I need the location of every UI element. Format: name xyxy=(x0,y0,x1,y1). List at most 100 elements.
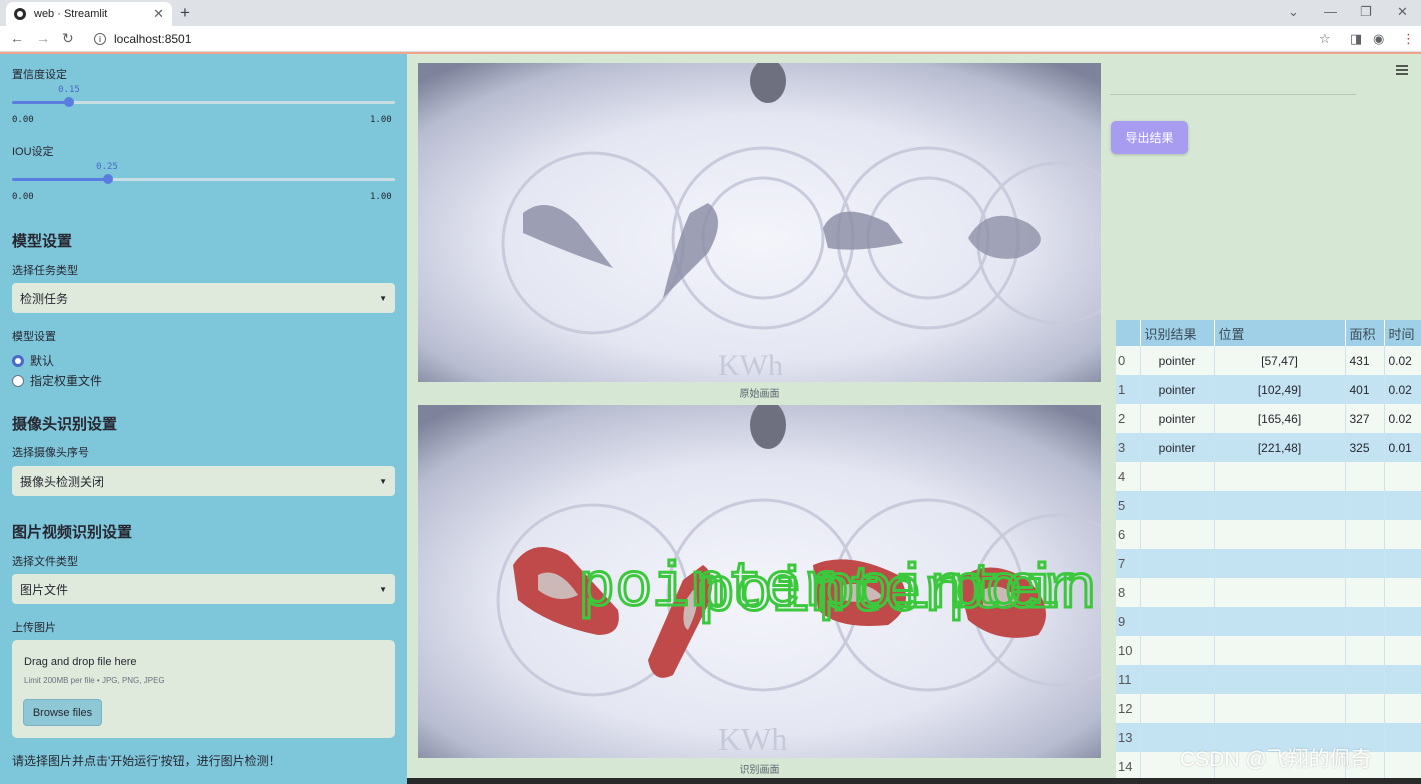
table-cell xyxy=(1140,607,1215,636)
table-cell: 4 xyxy=(1116,462,1141,491)
confidence-max: 1.00 xyxy=(370,115,392,125)
result-caption: 识别画面 xyxy=(739,765,780,776)
task-type-value: 检测任务 xyxy=(20,291,69,306)
table-cell xyxy=(1345,694,1385,723)
dropzone-title: Drag and drop file here xyxy=(24,656,137,668)
browser-menu-icon[interactable]: ⋮ xyxy=(1402,31,1415,47)
table-row[interactable]: 2 pointer [165,46] 327 0.02 xyxy=(1116,404,1421,433)
table-cell: 3 xyxy=(1116,433,1141,462)
minimize-icon[interactable]: — xyxy=(1324,4,1337,19)
camera-settings-heading: 摄像头识别设置 xyxy=(12,416,118,433)
table-row[interactable]: 7 xyxy=(1116,549,1421,578)
iou-slider[interactable] xyxy=(12,174,395,184)
table-cell: 2 xyxy=(1116,404,1141,433)
file-type-select[interactable]: 图片文件 ▼ xyxy=(12,574,395,604)
restore-icon[interactable]: ❐ xyxy=(1360,4,1372,20)
url-field[interactable]: i localhost:8501 xyxy=(86,29,1346,49)
radio-default-label: 默认 xyxy=(30,354,55,368)
table-row[interactable]: 0 pointer [57,47] 431 0.02 xyxy=(1116,346,1421,375)
browser-tab[interactable]: web · Streamlit ✕ xyxy=(6,2,172,26)
confidence-value: 0.15 xyxy=(58,85,80,95)
task-type-select[interactable]: 检测任务 ▼ xyxy=(12,283,395,313)
camera-select[interactable]: 摄像头检测关闭 ▼ xyxy=(12,466,395,496)
table-cell: 14 xyxy=(1116,752,1141,781)
table-cell xyxy=(1345,636,1385,665)
confidence-slider[interactable] xyxy=(12,97,395,107)
radio-default[interactable]: 默认 xyxy=(12,352,54,369)
table-row[interactable]: 8 xyxy=(1116,578,1421,607)
new-tab-icon[interactable]: + xyxy=(180,3,190,23)
file-type-value: 图片文件 xyxy=(20,582,69,597)
table-cell: 327 xyxy=(1345,404,1385,433)
table-cell: 6 xyxy=(1116,520,1141,549)
table-cell xyxy=(1384,607,1421,636)
table-cell: 1 xyxy=(1116,375,1141,404)
table-cell: pointer xyxy=(1140,404,1215,433)
table-cell xyxy=(1140,491,1215,520)
reload-icon[interactable]: ↻ xyxy=(62,30,74,47)
table-cell xyxy=(1345,665,1385,694)
table-cell xyxy=(1384,520,1421,549)
radio-custom-weight-label: 指定权重文件 xyxy=(30,374,103,388)
table-cell: 8 xyxy=(1116,578,1141,607)
table-cell xyxy=(1384,549,1421,578)
bookmark-star-icon[interactable]: ☆ xyxy=(1319,31,1331,47)
table-cell xyxy=(1384,723,1421,752)
table-cell xyxy=(1345,491,1385,520)
confidence-label: 置信度设定 xyxy=(12,69,67,81)
upload-label: 上传图片 xyxy=(12,622,56,634)
hamburger-menu-icon[interactable] xyxy=(1396,65,1408,77)
table-cell: pointer xyxy=(1140,433,1215,462)
table-cell xyxy=(1140,578,1215,607)
table-cell xyxy=(1384,578,1421,607)
table-header: 识别结果 位置 面积 时间 xyxy=(1116,320,1421,346)
table-cell xyxy=(1214,607,1346,636)
table-row[interactable]: 5 xyxy=(1116,491,1421,520)
sidebar: 置信度设定 0.15 0.00 1.00 IOU设定 0.25 0.00 1.0… xyxy=(0,54,407,784)
radio-custom-weight[interactable]: 指定权重文件 xyxy=(12,372,102,389)
tab-search-icon[interactable]: ⌄ xyxy=(1288,4,1299,20)
side-panel-icon[interactable]: ◨ xyxy=(1350,31,1362,47)
table-cell xyxy=(1345,520,1385,549)
table-cell: 0.02 xyxy=(1384,375,1421,404)
divider xyxy=(1110,94,1356,95)
back-icon[interactable]: ← xyxy=(10,30,24,46)
site-info-icon[interactable]: i xyxy=(94,33,106,45)
run-hint: 请选择图片并点击'开始运行'按钮，进行图片检测！ xyxy=(12,754,281,768)
iou-slider-thumb[interactable] xyxy=(102,174,113,184)
browse-files-button[interactable]: Browse files xyxy=(23,699,102,726)
table-cell xyxy=(1140,665,1215,694)
iou-value: 0.25 xyxy=(96,162,118,172)
table-cell xyxy=(1140,694,1215,723)
table-row[interactable]: 9 xyxy=(1116,607,1421,636)
original-caption: 原始画面 xyxy=(739,389,780,400)
table-row[interactable]: 12 xyxy=(1116,694,1421,723)
profile-icon[interactable]: ◉ xyxy=(1373,31,1384,47)
table-cell: [221,48] xyxy=(1214,433,1346,462)
original-image: KWh xyxy=(418,63,1101,382)
table-row[interactable]: 10 xyxy=(1116,636,1421,665)
table-row[interactable]: 6 xyxy=(1116,520,1421,549)
iou-min: 0.00 xyxy=(12,192,34,202)
results-table: 识别结果 位置 面积 时间 0 pointer [57,47] 431 0.02 1 poi… xyxy=(1116,320,1421,781)
table-cell: 0 xyxy=(1116,346,1141,375)
table-cell xyxy=(1214,491,1346,520)
export-results-button[interactable]: 导出结果 xyxy=(1111,121,1188,154)
confidence-slider-thumb[interactable] xyxy=(64,97,75,107)
table-cell: 325 xyxy=(1345,433,1385,462)
table-row[interactable]: 3 pointer [221,48] 325 0.01 xyxy=(1116,433,1421,462)
file-dropzone[interactable]: Drag and drop file here Limit 200MB per … xyxy=(12,640,395,738)
window-close-icon[interactable]: ✕ xyxy=(1397,4,1408,20)
forward-icon[interactable]: → xyxy=(36,30,50,46)
table-row[interactable]: 4 xyxy=(1116,462,1421,491)
chevron-down-icon: ▼ xyxy=(379,584,387,594)
table-cell: 0.02 xyxy=(1384,346,1421,375)
table-cell: [102,49] xyxy=(1214,375,1346,404)
chevron-down-icon: ▼ xyxy=(379,293,387,303)
table-cell: 401 xyxy=(1345,375,1385,404)
tab-close-icon[interactable]: ✕ xyxy=(153,6,164,22)
table-row[interactable]: 1 pointer [102,49] 401 0.02 xyxy=(1116,375,1421,404)
table-row[interactable]: 11 xyxy=(1116,665,1421,694)
table-cell: 431 xyxy=(1345,346,1385,375)
table-cell: pointer xyxy=(1140,375,1215,404)
